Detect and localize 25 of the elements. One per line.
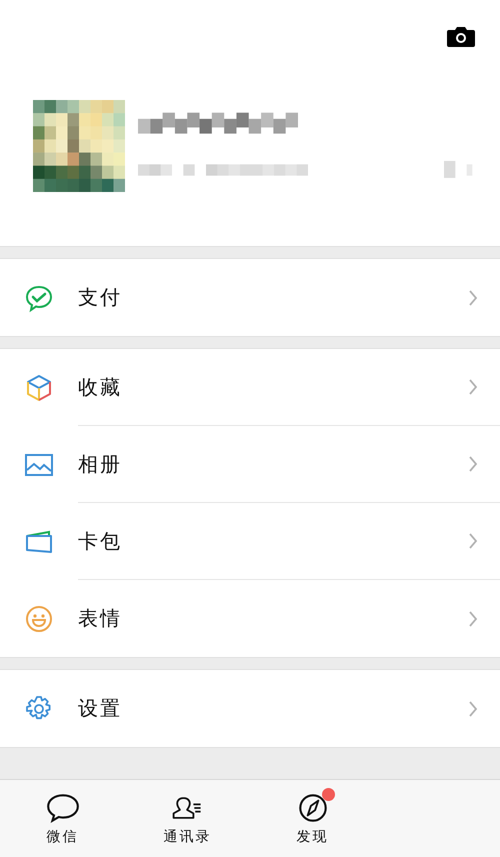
tab[interactable]: 通讯录 [125, 780, 250, 857]
cube-icon [24, 372, 54, 402]
menu-label: 收藏 [78, 374, 122, 400]
chevron-icon [468, 610, 478, 628]
menu-item[interactable]: 相册 [0, 426, 500, 503]
tab[interactable]: 发现 [250, 780, 375, 857]
chevron-icon [468, 378, 478, 396]
chevron-icon [468, 288, 478, 306]
smiley-icon [24, 604, 54, 634]
menu-label: 支付 [78, 284, 122, 311]
chevron-icon [468, 700, 478, 718]
menu-item[interactable]: 收藏 [0, 349, 500, 426]
chevron-icon [468, 455, 478, 473]
menu-item[interactable]: 设置 [0, 670, 500, 747]
menu-label: 表情 [78, 605, 122, 632]
camera-icon[interactable] [447, 25, 475, 47]
menu-label: 设置 [78, 695, 122, 722]
menu-item[interactable]: 表情 [0, 580, 500, 657]
menu-label: 相册 [78, 450, 122, 478]
chevron-icon [468, 532, 478, 550]
tab[interactable]: 微信 [0, 780, 125, 857]
menu-item[interactable]: 支付 [0, 259, 500, 336]
chat-bubble-icon [44, 792, 80, 824]
menu-label: 卡包 [78, 528, 122, 554]
menu-item[interactable]: 卡包 [0, 503, 500, 580]
